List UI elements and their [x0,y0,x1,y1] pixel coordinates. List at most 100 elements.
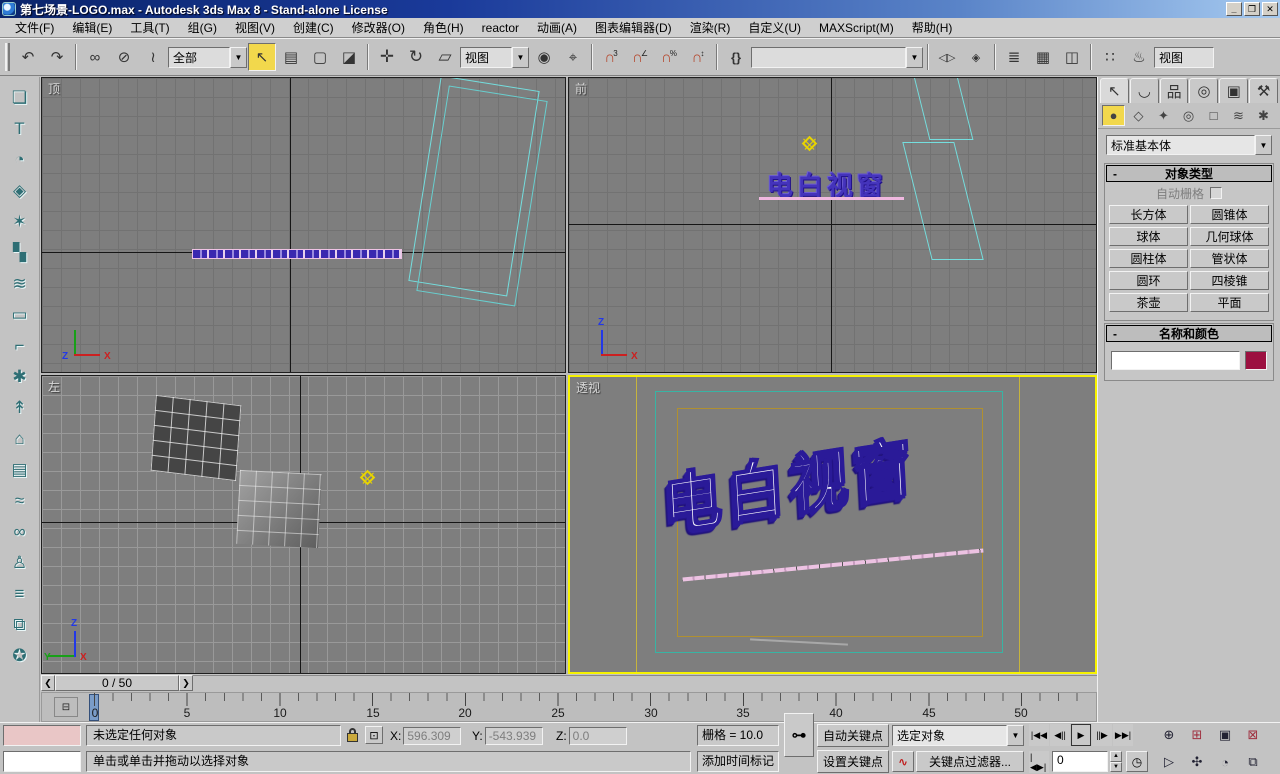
frame-spinner[interactable]: ▲▼ [1110,751,1122,772]
checker-box-icon[interactable]: ▚ [5,238,35,267]
select-and-scale-icon[interactable]: ▱ [431,43,459,71]
next-frame-button[interactable]: ||▶ [1092,724,1112,746]
name-color-rollout-header[interactable]: - 名称和颜色 [1106,325,1272,342]
auto-key-button[interactable]: 自动关键点 [817,724,889,747]
transform-gizmo-icon[interactable] [802,136,818,152]
material-editor-icon[interactable]: ∷ [1096,43,1124,71]
btn-cone[interactable]: 圆锥体 [1190,205,1269,224]
chevron-down-icon[interactable]: ▼ [230,47,247,68]
tab-create[interactable]: ↖ [1100,78,1129,103]
menu-modifiers[interactable]: 修改器(O) [343,17,414,38]
menu-maxscript[interactable]: MAXScript(M) [810,19,903,37]
tshirt-object-icon[interactable]: T [5,114,35,143]
toolbar-grip[interactable] [5,43,10,71]
stairs-icon[interactable]: ≡ [5,579,35,608]
btn-teapot[interactable]: 茶壶 [1109,293,1188,312]
menu-help[interactable]: 帮助(H) [903,17,962,38]
min-max-toggle-icon[interactable]: ⧉ [1242,751,1264,773]
key-mode-toggle-icon[interactable]: |◀▶| [1029,751,1049,773]
biped-figure-icon[interactable]: ♙ [5,548,35,577]
tab-hierarchy[interactable]: 品 [1160,78,1189,103]
menu-reactor[interactable]: reactor [473,19,528,37]
object-name-input[interactable] [1111,351,1240,370]
transform-gizmo-icon[interactable] [360,470,376,486]
curve-editor-icon[interactable]: ▦ [1029,43,1057,71]
viewport-perspective[interactable]: 透视 电白视窗 [568,375,1097,674]
menu-animation[interactable]: 动画(A) [528,17,586,38]
restore-button[interactable]: ❐ [1244,2,1260,16]
menu-group[interactable]: 组(G) [179,17,226,38]
shaded-patch-dark[interactable] [151,395,242,481]
gear-icon[interactable]: ✱ [5,362,35,391]
create-geometry-icon[interactable]: ● [1102,105,1125,126]
menu-edit[interactable]: 编辑(E) [63,17,121,38]
btn-geosphere[interactable]: 几何球体 [1190,227,1269,246]
chevron-down-icon[interactable]: ▼ [1007,725,1024,746]
viewport-left[interactable]: 左 Z Y X [41,375,566,674]
redo-icon[interactable]: ↷ [43,43,71,71]
chevron-down-icon[interactable]: ▼ [1255,135,1272,155]
bind-to-space-warp-icon[interactable]: ≀ [139,43,167,71]
create-shapes-icon[interactable]: ◇ [1127,105,1150,126]
viewport-top-label[interactable]: 顶 [48,80,60,97]
torus-knot-icon[interactable]: ∞ [5,517,35,546]
named-view-field[interactable]: 视图 [1154,47,1214,68]
create-cameras-icon[interactable]: ◎ [1177,105,1200,126]
current-frame-field[interactable]: 0 [1052,751,1108,772]
quick-render-teapot-icon[interactable]: ♨ [1125,43,1153,71]
percent-snap-toggle-icon[interactable]: ∩% [655,43,683,71]
edit-named-selection-sets-icon[interactable]: {} [722,43,750,71]
time-configuration-icon[interactable]: ◷ [1126,751,1148,772]
book-pages-icon[interactable]: ▤ [5,455,35,484]
zoom-icon[interactable]: ⊕ [1158,724,1180,746]
wheel-star-icon[interactable]: ✪ [5,641,35,670]
spline-wireframe-upper[interactable] [913,77,974,140]
menu-file[interactable]: 文件(F) [6,17,63,38]
track-bar[interactable]: ⊟ 05101520253035404550 [41,692,1097,722]
collapse-icon[interactable]: - [1107,327,1123,341]
btn-pyramid[interactable]: 四棱锥 [1190,271,1269,290]
x-value-field[interactable]: 596.309 [403,727,461,745]
vehicle-icon[interactable]: ⌂ [5,424,35,453]
selection-set-dropdown[interactable]: 选定对象 ▼ [892,725,1024,746]
btn-cylinder[interactable]: 圆柱体 [1109,249,1188,268]
key-filters-button[interactable]: 关键点过滤器... [916,751,1024,772]
layer-manager-icon[interactable]: ≣ [1000,43,1028,71]
viewport-left-label[interactable]: 左 [48,378,60,395]
capsule-icon[interactable]: ▭ [5,300,35,329]
tab-display[interactable]: ▣ [1219,78,1248,103]
btn-box[interactable]: 长方体 [1109,205,1188,224]
z-value-field[interactable]: 0.0 [569,727,627,745]
go-to-start-button[interactable]: |◀◀ [1029,724,1049,746]
object-type-rollout-header[interactable]: - 对象类型 [1106,165,1272,182]
create-systems-icon[interactable]: ✱ [1252,105,1275,126]
autogrid-checkbox[interactable] [1210,187,1222,199]
tab-modify[interactable]: ◡ [1130,78,1159,103]
reference-coordinate-dropdown[interactable]: 视图 ▼ [460,47,529,68]
schematic-view-icon[interactable]: ◫ [1058,43,1086,71]
chevron-down-icon[interactable]: ▼ [906,47,923,68]
pan-hand-icon[interactable]: ✣ [1186,751,1208,773]
time-slider-prev-icon[interactable]: ❮ [41,675,55,691]
collapse-icon[interactable]: - [1107,167,1123,181]
shaded-patch-light[interactable] [236,470,322,548]
btn-plane[interactable]: 平面 [1190,293,1269,312]
selection-filter-dropdown[interactable]: 全部 ▼ [168,47,247,68]
selection-lock-icon[interactable] [347,728,358,742]
maxscript-mini-listener-macro[interactable] [3,725,81,746]
maxscript-mini-listener-script[interactable] [3,751,81,772]
window-crossing-icon[interactable]: ◪ [335,43,363,71]
zoom-all-icon[interactable]: ⊞ [1186,724,1208,746]
previous-frame-button[interactable]: ◀|| [1050,724,1070,746]
rectangular-selection-region-icon[interactable]: ▢ [306,43,334,71]
primitives-boxes-icon[interactable]: ❏ [5,83,35,112]
object-color-swatch[interactable] [1245,351,1267,370]
spline-wireframe-lower[interactable] [902,142,983,260]
elbow-pipe-icon[interactable]: ⌐ [5,331,35,360]
create-helpers-icon[interactable]: □ [1202,105,1225,126]
chevron-down-icon[interactable]: ▼ [512,47,529,68]
create-spacewarps-icon[interactable]: ≋ [1227,105,1250,126]
zoom-extents-all-icon[interactable]: ⊠ [1242,724,1264,746]
menu-customize[interactable]: 自定义(U) [739,17,810,38]
time-slider-handle[interactable]: 0 / 50 [55,675,179,691]
